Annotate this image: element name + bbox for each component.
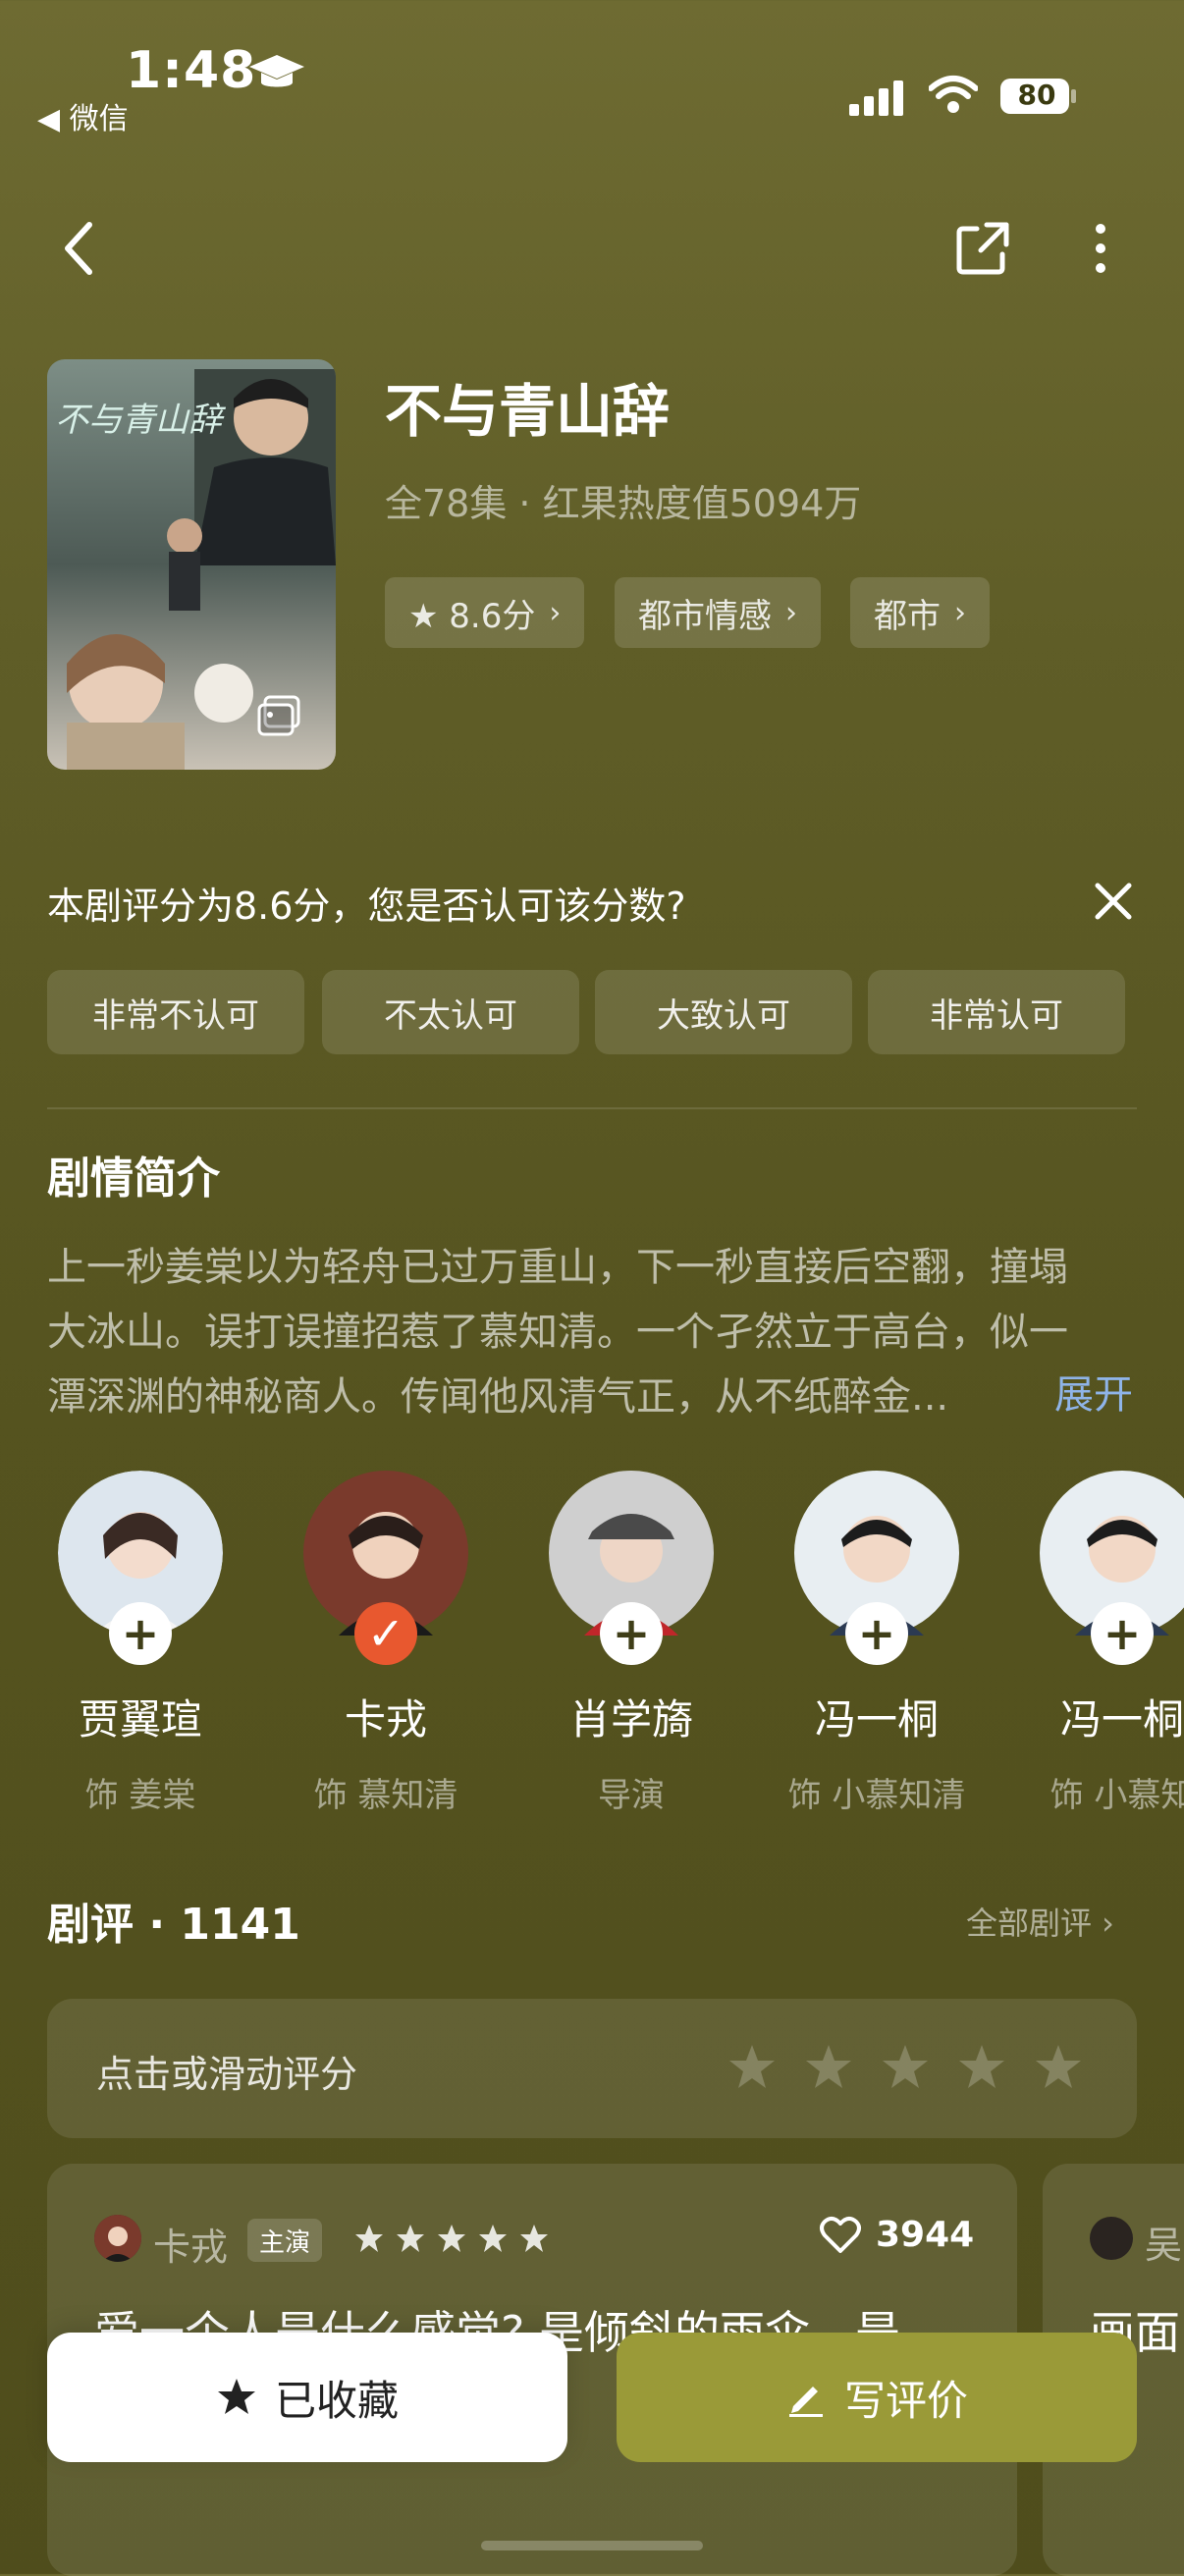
cast-name: 卡戎 xyxy=(344,1695,427,1744)
gallery-icon xyxy=(257,695,300,736)
avatar[interactable] xyxy=(94,2215,141,2262)
followed-check-icon[interactable]: ✓ xyxy=(354,1602,417,1665)
cast-member[interactable]: + 冯一桐 饰 小慕知清 xyxy=(754,1471,999,1816)
genre-tag-urban-romance[interactable]: 都市情感 › xyxy=(615,577,821,648)
avatar xyxy=(1090,2217,1133,2260)
lead-actor-badge: 主演 xyxy=(247,2219,322,2262)
chevron-left-icon xyxy=(65,222,92,275)
cast-role: 饰 小慕知清 xyxy=(787,1776,966,1815)
option-strongly-agree[interactable]: 非常认可 xyxy=(868,970,1125,1054)
star-icon[interactable] xyxy=(956,2042,1007,2093)
close-icon[interactable] xyxy=(1088,876,1139,927)
cast-member[interactable]: + 冯一桐 饰 小慕知 xyxy=(999,1471,1184,1816)
star-icon[interactable] xyxy=(727,2042,778,2093)
write-review-button[interactable]: 写评价 xyxy=(617,2333,1137,2462)
star-filled-icon xyxy=(217,2379,255,2414)
cast-role: 饰 姜棠 xyxy=(84,1776,196,1815)
share-icon xyxy=(956,222,1009,275)
genre-tag-label: 都市 xyxy=(874,596,941,636)
avatar: + xyxy=(549,1471,714,1665)
battery-indicator: 80 xyxy=(999,77,1078,116)
cast-name: 肖学旖 xyxy=(568,1695,693,1744)
synopsis-line: 潭深渊的神秘商人。传闻他风清气正，从不纸醉金... xyxy=(47,1374,949,1420)
rating-tag-label: ★ 8.6分 xyxy=(408,596,536,636)
genre-tag-urban[interactable]: 都市 › xyxy=(850,577,990,648)
cast-name: 贾翼瑄 xyxy=(78,1695,202,1744)
heart-icon xyxy=(820,2216,861,2253)
avatar: + xyxy=(794,1471,959,1665)
all-reviews-link[interactable]: 全部剧评 › xyxy=(966,1899,1114,1944)
write-review-label: 写评价 xyxy=(843,2376,968,2425)
cast-role: 饰 慕知清 xyxy=(313,1776,458,1815)
avatar: + xyxy=(58,1471,223,1665)
drama-meta: 全78集 · 红果热度值5094万 xyxy=(385,482,862,525)
chevron-right-icon: › xyxy=(549,595,562,630)
cast-name: 冯一桐 xyxy=(1059,1695,1184,1744)
synopsis-text: 上一秒姜棠以为轻舟已过万重山，下一秒直接后空翻，撞塌 大冰山。误打误撞招惹了慕知… xyxy=(47,1235,1137,1429)
more-button[interactable] xyxy=(1066,214,1135,283)
status-time: 1:48 xyxy=(126,41,257,100)
chevron-right-icon: › xyxy=(785,595,797,630)
synopsis-title: 剧情简介 xyxy=(47,1154,220,1204)
synopsis-line: 大冰山。误打误撞招惹了慕知清。一个孑然立于高台，似一 xyxy=(47,1310,1068,1355)
cast-member[interactable]: + 肖学旖 导演 xyxy=(509,1471,754,1816)
follow-button[interactable]: + xyxy=(600,1602,663,1665)
rating-question: 本剧评分为8.6分，您是否认可该分数? xyxy=(47,885,686,928)
more-vertical-icon xyxy=(1096,224,1105,273)
rating-tag[interactable]: ★ 8.6分 › xyxy=(385,577,585,648)
option-agree[interactable]: 大致认可 xyxy=(595,970,852,1054)
avatar: ✓ xyxy=(303,1471,468,1665)
drama-title: 不与青山辞 xyxy=(385,378,671,445)
avatar-image xyxy=(94,2215,141,2262)
like-button[interactable]: 3944 xyxy=(819,2215,974,2255)
cast-member[interactable]: ✓ 卡戎 饰 慕知清 xyxy=(263,1471,509,1816)
wifi-icon xyxy=(929,76,978,113)
favorite-label: 已收藏 xyxy=(274,2376,399,2425)
star-icon[interactable] xyxy=(880,2042,931,2093)
like-count: 3944 xyxy=(876,2215,975,2255)
option-disagree[interactable]: 不太认可 xyxy=(322,970,579,1054)
cast-name: 冯一桐 xyxy=(814,1695,939,1744)
star-icon[interactable] xyxy=(1033,2042,1084,2093)
home-indicator xyxy=(481,2541,703,2550)
review-user: 吴 xyxy=(1145,2224,1183,2267)
rate-prompt: 点击或滑动评分 xyxy=(96,2053,358,2096)
review-user[interactable]: 卡戎 xyxy=(153,2217,228,2271)
divider xyxy=(47,1107,1137,1109)
back-button[interactable] xyxy=(45,214,114,283)
chevron-right-icon: › xyxy=(954,595,966,630)
option-strongly-disagree[interactable]: 非常不认可 xyxy=(47,970,304,1054)
graduation-cap-icon xyxy=(249,55,304,87)
share-button[interactable] xyxy=(948,214,1017,283)
cast-role: 饰 小慕知 xyxy=(1049,1776,1184,1815)
follow-button[interactable]: + xyxy=(1091,1602,1154,1665)
cast-role: 导演 xyxy=(598,1776,665,1815)
cellular-signal-icon xyxy=(849,80,903,116)
back-to-wechat[interactable]: ◀ 微信 xyxy=(37,94,129,137)
synopsis-line: 上一秒姜棠以为轻舟已过万重山，下一秒直接后空翻，撞塌 xyxy=(47,1245,1068,1290)
follow-button[interactable]: + xyxy=(109,1602,172,1665)
avatar: + xyxy=(1040,1471,1184,1665)
expand-link[interactable]: 展开 xyxy=(1054,1363,1133,1420)
star-icon[interactable] xyxy=(803,2042,854,2093)
pen-icon xyxy=(788,2387,823,2417)
drama-poster[interactable]: 不与青山辞 xyxy=(47,359,336,770)
genre-tag-label: 都市情感 xyxy=(638,596,772,636)
favorite-button[interactable]: 已收藏 xyxy=(47,2333,567,2462)
review-stars xyxy=(355,2225,548,2252)
cast-member[interactable]: + 贾翼瑄 饰 姜棠 xyxy=(18,1471,263,1816)
reviews-title: 剧评 · 1141 xyxy=(47,1900,300,1950)
follow-button[interactable]: + xyxy=(845,1602,908,1665)
battery-level: 80 xyxy=(1017,79,1056,111)
poster-calligraphy-title: 不与青山辞 xyxy=(55,401,222,440)
